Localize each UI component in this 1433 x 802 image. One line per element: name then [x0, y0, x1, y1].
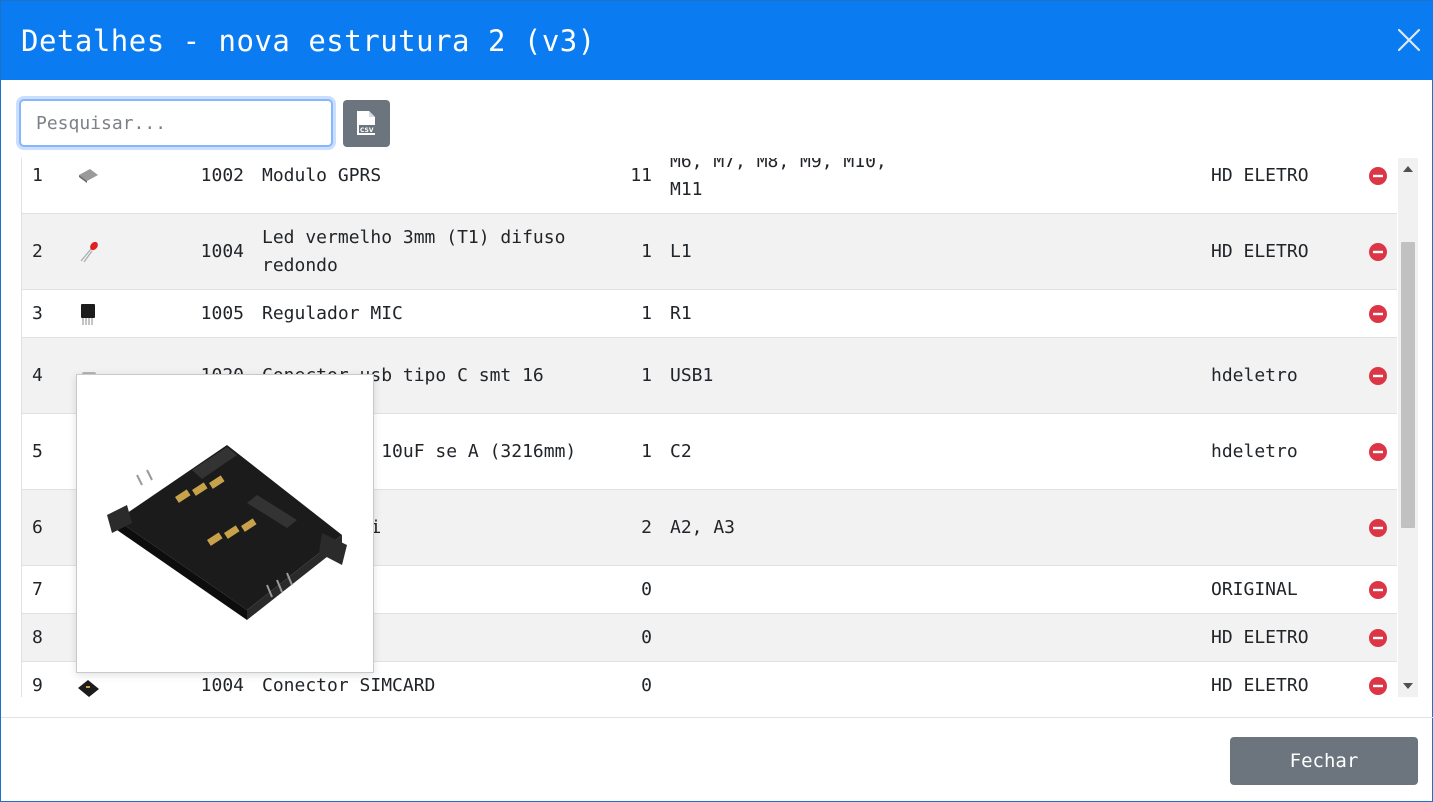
regulator-thumbnail[interactable]: [76, 302, 100, 326]
component-code: 1004: [200, 674, 244, 696]
remove-row-button[interactable]: [1368, 166, 1388, 186]
remove-row-button[interactable]: [1368, 580, 1388, 600]
simcard-connector-photo: [107, 445, 347, 620]
row-number: 6: [32, 516, 43, 538]
component-quantity: 1: [641, 302, 652, 324]
minus-circle-icon: [1369, 676, 1387, 695]
row-number: 1: [32, 164, 43, 186]
simcard-thumbnail[interactable]: [76, 674, 100, 698]
details-modal: Detalhes - nova estrutura 2 (v3) CSV 110…: [0, 0, 1433, 802]
modal-header: Detalhes - nova estrutura 2 (v3): [1, 1, 1433, 80]
scroll-down-arrow[interactable]: [1403, 683, 1413, 689]
remove-row-button[interactable]: [1368, 628, 1388, 648]
component-description: Regulador MIC: [262, 302, 403, 324]
minus-circle-icon: [1369, 442, 1387, 461]
component-description: Led vermelho 3mm (T1) difuso redondo: [262, 226, 566, 276]
minus-circle-icon: [1369, 304, 1387, 323]
close-icon[interactable]: [1396, 27, 1422, 53]
scrollbar-thumb[interactable]: [1401, 242, 1415, 528]
component-quantity: 2: [641, 516, 652, 538]
minus-circle-icon: [1369, 166, 1387, 185]
table-row: 2 1004 Led vermelho 3mm (T1) difuso redond…: [22, 214, 1397, 290]
row-number: 2: [32, 240, 43, 262]
component-quantity: 1: [641, 364, 652, 386]
component-supplier: ORIGINAL: [1211, 578, 1298, 600]
row-number: 3: [32, 302, 43, 324]
table-row: 1 1002 Modulo GPRS 11 M6, M7, M8, M9, M10, M…: [22, 158, 1397, 214]
search-input[interactable]: [21, 101, 331, 145]
component-references: USB1: [670, 364, 714, 386]
component-references: L1: [670, 240, 692, 262]
remove-row-button[interactable]: [1368, 304, 1388, 324]
row-number: 7: [32, 578, 43, 600]
gprs-module-thumbnail[interactable]: [76, 164, 100, 188]
minus-circle-icon: [1369, 366, 1387, 385]
scroll-up-arrow[interactable]: [1403, 166, 1413, 172]
remove-row-button[interactable]: [1368, 366, 1388, 386]
component-references: A2, A3: [670, 516, 736, 538]
table-row: 3 1005 Regulador MIC 1 R1: [22, 290, 1397, 338]
component-code: 1004: [200, 240, 244, 262]
export-csv-button[interactable]: CSV: [343, 100, 390, 147]
remove-row-button[interactable]: [1368, 442, 1388, 462]
component-quantity: 0: [641, 578, 652, 600]
row-number: 9: [32, 674, 43, 696]
remove-row-button[interactable]: [1368, 242, 1388, 262]
row-number: 5: [32, 440, 43, 462]
minus-circle-icon: [1369, 242, 1387, 261]
minus-circle-icon: [1369, 518, 1387, 537]
minus-circle-icon: [1369, 580, 1387, 599]
search-field[interactable]: [19, 99, 333, 147]
component-supplier: hdeletro: [1211, 364, 1298, 386]
component-quantity: 1: [641, 240, 652, 262]
component-quantity: 1: [641, 440, 652, 462]
csv-file-icon: CSV: [357, 111, 375, 135]
component-description: Modulo GPRS: [262, 164, 382, 186]
component-description: Conector SIMCARD: [262, 674, 436, 696]
remove-row-button[interactable]: [1368, 676, 1388, 696]
image-preview-popup: [76, 374, 374, 673]
svg-text:CSV: CSV: [360, 127, 374, 134]
component-references: R1: [670, 302, 692, 324]
remove-row-button[interactable]: [1368, 518, 1388, 538]
component-code: 1005: [200, 302, 244, 324]
component-supplier: HD ELETRO: [1211, 626, 1309, 648]
component-quantity: 0: [641, 674, 652, 696]
led-thumbnail[interactable]: [76, 240, 100, 264]
component-quantity: 0: [641, 626, 652, 648]
component-supplier: HD ELETRO: [1211, 240, 1309, 262]
component-references: M6, M7, M8, M9, M10, M11: [670, 158, 887, 200]
component-supplier: HD ELETRO: [1211, 164, 1309, 186]
row-number: 4: [32, 364, 43, 386]
row-number: 8: [32, 626, 43, 648]
component-supplier: hdeletro: [1211, 440, 1298, 462]
minus-circle-icon: [1369, 628, 1387, 647]
component-supplier: HD ELETRO: [1211, 674, 1309, 696]
modal-title: Detalhes - nova estrutura 2 (v3): [21, 24, 596, 58]
component-references: C2: [670, 440, 692, 462]
close-modal-button[interactable]: Fechar: [1230, 737, 1418, 785]
table-scrollbar[interactable]: [1398, 158, 1418, 697]
component-code: 1002: [200, 164, 244, 186]
modal-footer: Fechar: [1, 717, 1433, 802]
component-quantity: 11: [630, 164, 652, 186]
